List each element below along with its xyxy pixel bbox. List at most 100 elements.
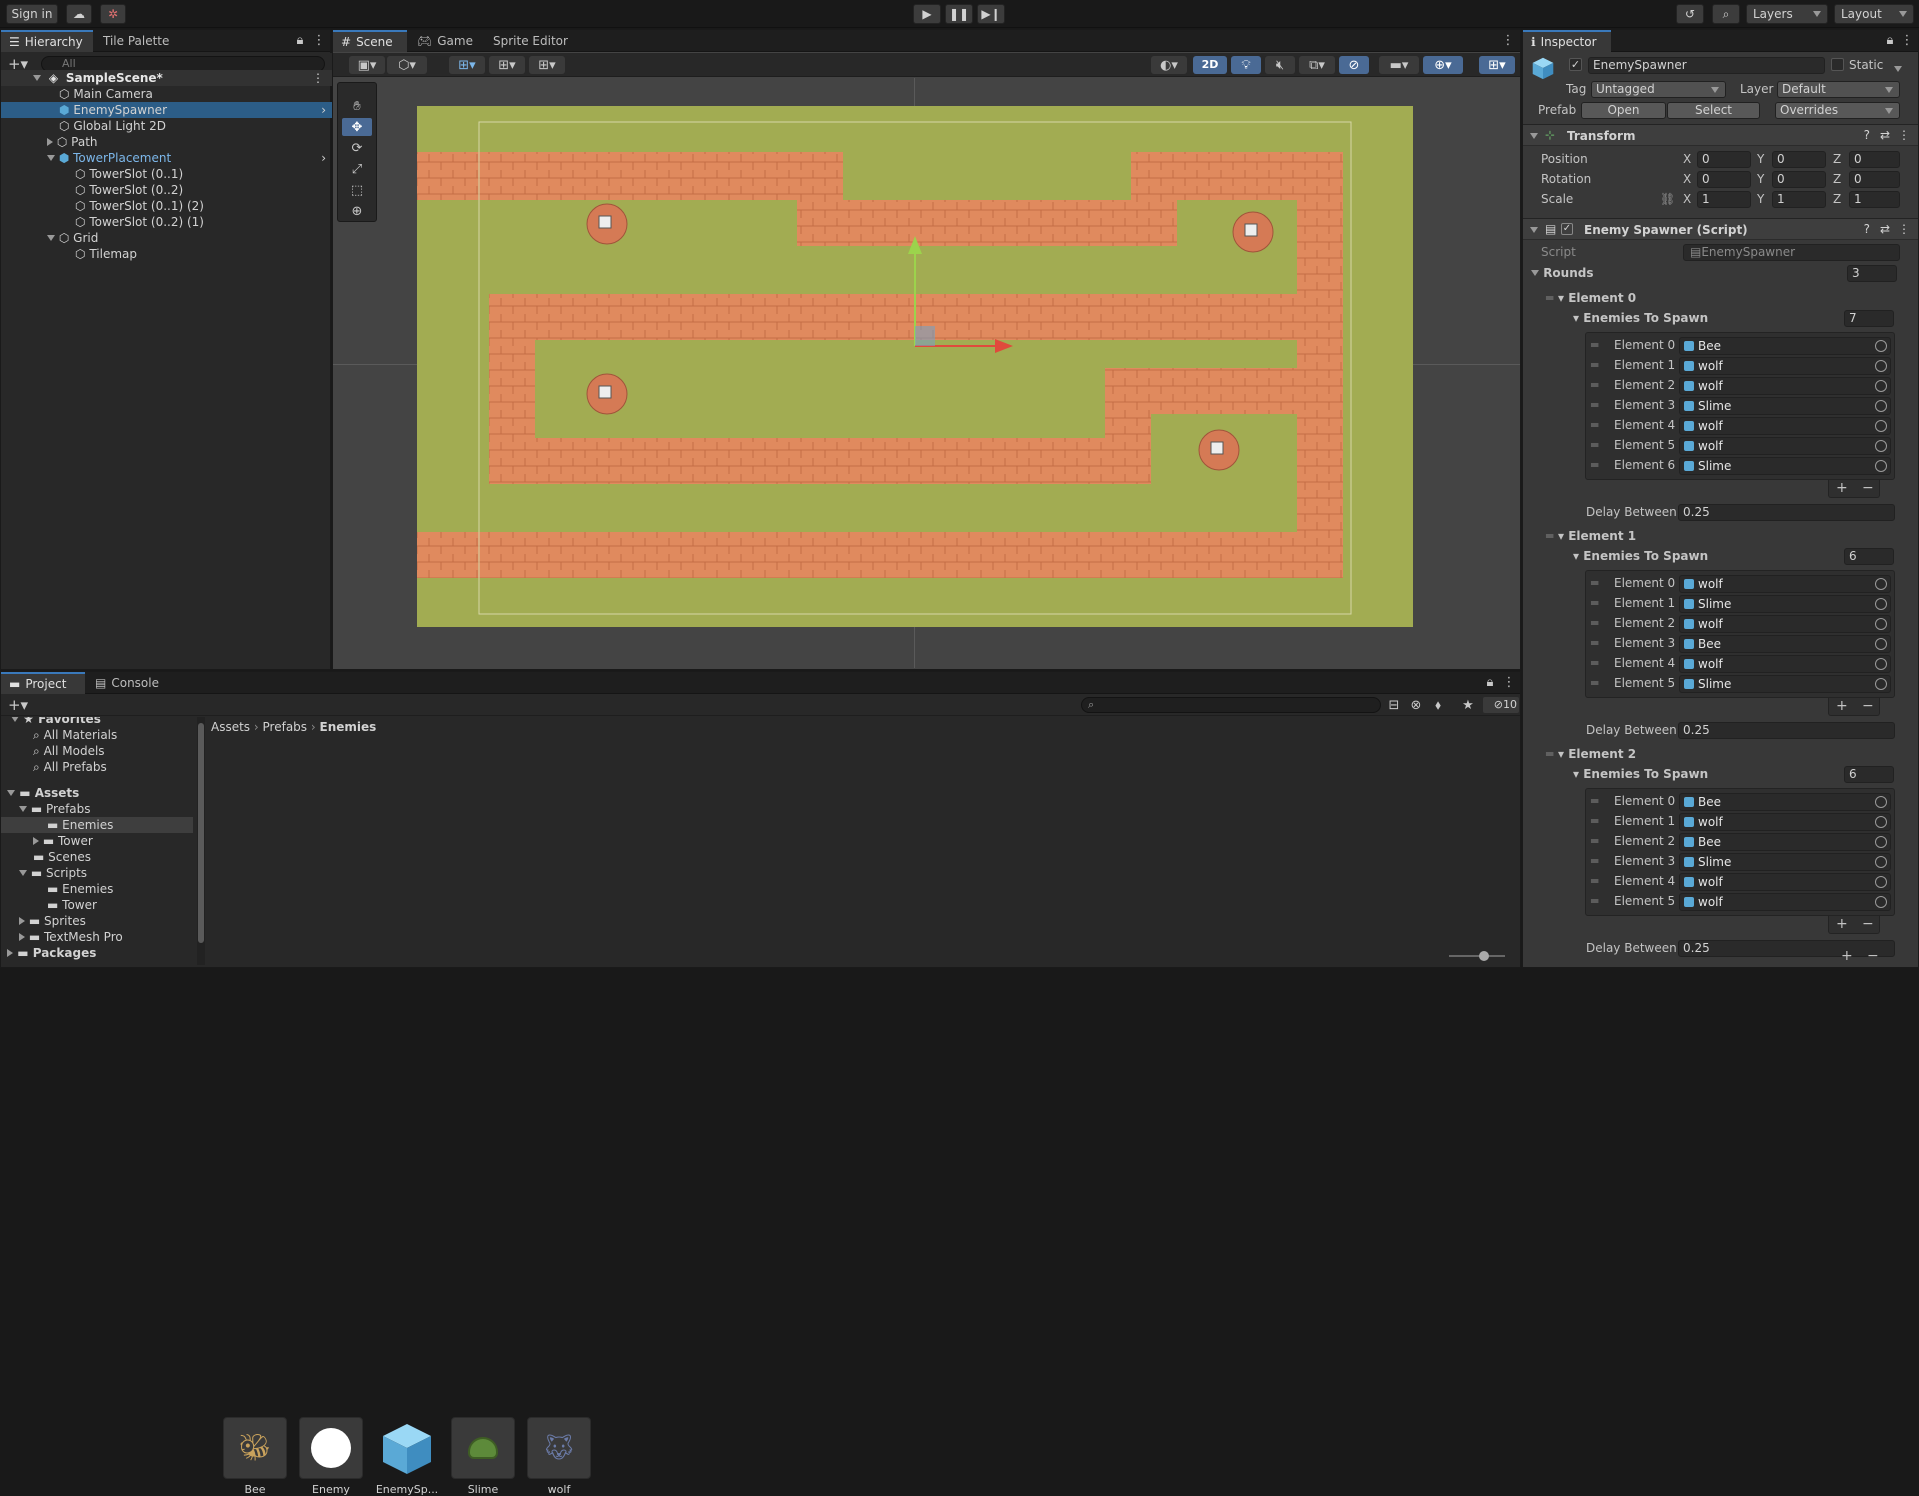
link-icon[interactable]: ⛓: [1660, 191, 1675, 208]
tower-slot-icon[interactable]: [1232, 211, 1274, 253]
drag-handle-icon[interactable]: ═: [1591, 437, 1598, 454]
prefab-select-button[interactable]: Select: [1667, 102, 1760, 119]
add-element-button[interactable]: +: [1836, 916, 1848, 933]
drag-handle-icon[interactable]: ═: [1591, 813, 1598, 830]
hidden-objects-icon[interactable]: ⊘: [1339, 56, 1369, 74]
more-icon[interactable]: ⋮: [1901, 33, 1914, 48]
asset-item[interactable]: Slime: [451, 1417, 515, 1496]
scrollbar[interactable]: [197, 717, 205, 965]
breadcrumb-item[interactable]: Assets: [211, 720, 250, 734]
more-icon[interactable]: ⋮: [1898, 222, 1910, 236]
drag-handle-icon[interactable]: ═: [1591, 675, 1598, 692]
object-picker-icon[interactable]: [1875, 360, 1887, 372]
collab-icon[interactable]: ✲: [100, 4, 126, 24]
transform-header[interactable]: ⊹ Transform ? ⇄ ⋮: [1523, 124, 1918, 146]
transform-value-input[interactable]: 0: [1772, 171, 1826, 188]
camera-icon[interactable]: ▬▾: [1379, 56, 1419, 74]
enemy-prefab-field[interactable]: wolf: [1679, 813, 1891, 831]
add-round-button[interactable]: +: [1841, 948, 1853, 965]
object-picker-icon[interactable]: [1875, 658, 1887, 670]
drag-handle-icon[interactable]: ═: [1591, 893, 1598, 910]
object-picker-icon[interactable]: [1875, 578, 1887, 590]
drag-handle-icon[interactable]: ═: [1591, 417, 1598, 434]
search-icon[interactable]: ⌕: [1712, 4, 1740, 24]
enemy-prefab-field[interactable]: wolf: [1679, 377, 1891, 395]
object-picker-icon[interactable]: [1875, 340, 1887, 352]
search-by-label-icon[interactable]: ⊗: [1407, 697, 1425, 713]
sign-in-button[interactable]: Sign in: [6, 4, 58, 24]
remove-element-button[interactable]: −: [1862, 698, 1874, 715]
remove-element-button[interactable]: −: [1862, 916, 1874, 933]
object-picker-icon[interactable]: [1875, 598, 1887, 610]
move-gizmo[interactable]: [893, 220, 1043, 360]
enemy-prefab-field[interactable]: Bee: [1679, 635, 1891, 653]
enemy-prefab-field[interactable]: Slime: [1679, 675, 1891, 693]
enemies-foldout[interactable]: ▾ Enemies To Spawn: [1573, 766, 1708, 783]
favorite-item[interactable]: ⌕ All Prefabs: [33, 759, 107, 775]
transform-value-input[interactable]: 0: [1772, 151, 1826, 168]
lock-icon[interactable]: 🔒︎: [1483, 675, 1497, 690]
drag-handle-icon[interactable]: ═: [1591, 655, 1598, 672]
hierarchy-item[interactable]: ⬡ TowerSlot (0..2) (1): [75, 214, 204, 230]
zoom-slider[interactable]: [1449, 951, 1505, 961]
ruler-icon[interactable]: ⊞▾: [529, 56, 565, 74]
tag-dropdown[interactable]: Untagged: [1591, 81, 1726, 98]
x-arrow-icon[interactable]: [995, 339, 1013, 353]
folder-item[interactable]: ▬ Packages: [7, 945, 96, 961]
asset-item[interactable]: EnemySp...: [375, 1417, 439, 1496]
enemy-prefab-field[interactable]: wolf: [1679, 575, 1891, 593]
cloud-icon[interactable]: ☁: [66, 4, 92, 24]
hierarchy-item[interactable]: ⬡ TowerSlot (0..1) (2): [75, 198, 204, 214]
hierarchy-item[interactable]: ⬡ Tilemap: [75, 246, 137, 262]
more-icon[interactable]: ⋮: [1503, 675, 1516, 690]
tab-game[interactable]: 🎮︎ Game: [409, 30, 481, 52]
drag-handle-icon[interactable]: ═: [1546, 528, 1553, 545]
object-picker-icon[interactable]: [1875, 380, 1887, 392]
favorite-item[interactable]: ⌕ All Models: [33, 743, 105, 759]
drag-handle-icon[interactable]: ═: [1591, 615, 1598, 632]
favorite-item[interactable]: ⌕ All Materials: [33, 727, 117, 743]
enemy-prefab-field[interactable]: wolf: [1679, 615, 1891, 633]
drag-handle-icon[interactable]: ═: [1591, 397, 1598, 414]
hierarchy-item[interactable]: ⬡ TowerSlot (0..2): [75, 182, 183, 198]
chevron-right-icon[interactable]: [19, 917, 25, 925]
object-picker-icon[interactable]: [1875, 856, 1887, 868]
tag-icon[interactable]: ⬧: [1429, 697, 1447, 713]
prefab-open-button[interactable]: Open: [1581, 102, 1666, 119]
object-picker-icon[interactable]: [1875, 876, 1887, 888]
folder-item[interactable]: ▬ Sprites: [19, 913, 86, 929]
history-icon[interactable]: ↺: [1676, 4, 1704, 24]
step-button[interactable]: ▶❙: [977, 4, 1005, 24]
scene-row[interactable]: ◈ SampleScene* ⋮: [1, 70, 332, 86]
project-search-input[interactable]: ⌕: [1081, 697, 1381, 713]
lock-icon[interactable]: 🔒︎: [1883, 33, 1897, 48]
tower-slot-icon[interactable]: [586, 203, 628, 245]
hierarchy-item[interactable]: ⬢ TowerPlacement ›: [1, 150, 332, 166]
drag-handle-icon[interactable]: ═: [1591, 457, 1598, 474]
hierarchy-item[interactable]: ⬡ Path: [47, 134, 98, 150]
folder-item[interactable]: ▬ Tower: [47, 897, 97, 913]
static-checkbox[interactable]: [1831, 58, 1844, 71]
star-icon[interactable]: ★: [1459, 697, 1477, 713]
hierarchy-item[interactable]: ⬡ Main Camera: [59, 86, 153, 102]
object-picker-icon[interactable]: [1875, 896, 1887, 908]
enemy-prefab-field[interactable]: Bee: [1679, 833, 1891, 851]
hierarchy-item[interactable]: ⬡ Global Light 2D: [59, 118, 166, 134]
drag-handle-icon[interactable]: ═: [1591, 337, 1598, 354]
tab-console[interactable]: ▤ Console: [87, 672, 167, 694]
enemy-prefab-field[interactable]: wolf: [1679, 417, 1891, 435]
tab-sprite-editor[interactable]: Sprite Editor: [485, 30, 576, 52]
enemy-prefab-field[interactable]: Slime: [1679, 595, 1891, 613]
tower-slot-icon[interactable]: [1198, 429, 1240, 471]
transform-tool-icon[interactable]: ⊕: [342, 202, 372, 220]
chevron-right-icon[interactable]: ›: [321, 102, 326, 118]
gizmo-mode-dropdown[interactable]: ⬡▾: [387, 56, 427, 74]
enemy-prefab-field[interactable]: wolf: [1679, 357, 1891, 375]
round-foldout[interactable]: ▾ Element 2: [1558, 746, 1636, 763]
folder-item[interactable]: ▬ Prefabs: [19, 801, 91, 817]
transform-value-input[interactable]: 0: [1849, 151, 1900, 168]
help-icon[interactable]: ?: [1864, 128, 1870, 142]
scale-tool-icon[interactable]: ⤢: [342, 160, 372, 178]
breadcrumb-item[interactable]: Enemies: [320, 720, 377, 734]
enemies-size-input[interactable]: 7: [1844, 310, 1894, 327]
